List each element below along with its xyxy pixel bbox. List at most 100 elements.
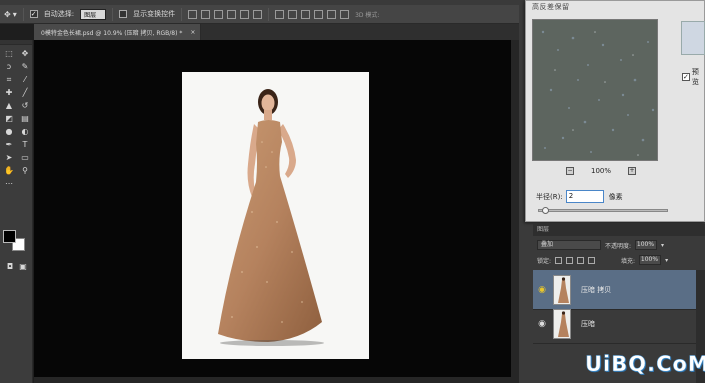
move-tool-icon[interactable]: ✥ (19, 49, 31, 59)
3d-mode-label: 3D 模式: (355, 11, 380, 19)
align-top-icon[interactable] (188, 9, 198, 19)
align-bottom-icon[interactable] (214, 9, 224, 19)
close-icon[interactable]: × (190, 29, 195, 36)
tab-bar-empty (201, 24, 519, 40)
preview-label: 预览 (691, 68, 699, 86)
screen-mode-icon[interactable]: ▣ (17, 262, 29, 272)
layer-thumbnail (553, 308, 571, 339)
zoom-in-button[interactable]: + (627, 167, 636, 175)
high-pass-dialog: 高反差保留 − 100% + 半径(R): 2 像素 ✓ 预览 (525, 0, 705, 222)
quick-mask-icon[interactable]: ◘ (4, 262, 16, 272)
chevron-down-icon[interactable]: ▾ (665, 257, 668, 264)
distribute-right-icon[interactable] (340, 9, 350, 19)
shape-tool-icon[interactable]: ▭ (19, 153, 31, 163)
radius-row: 半径(R): 2 像素 (536, 190, 623, 203)
vertical-scrollbar[interactable] (511, 40, 519, 383)
lock-transparent-icon[interactable] (555, 256, 563, 264)
distribute-top-icon[interactable] (275, 9, 285, 19)
layer-row[interactable]: ◉ 压暗 (533, 304, 696, 344)
tools-panel: ⬚ ✥ ↄ ✎ ⌗ ⁄ ✚ ╱ ▲ ↺ ◩ ▤ ● ◐ ✒ T ➤ ▭ ✋ ⚲ … (0, 40, 33, 383)
divider (22, 7, 24, 21)
fill-label: 填充: (621, 257, 636, 265)
align-left-icon[interactable] (227, 9, 237, 19)
align-middle-icon[interactable] (201, 9, 211, 19)
zoom-value: 100% (590, 167, 611, 175)
lock-all-icon[interactable] (588, 256, 596, 264)
document-tab[interactable]: 0模特金色长裙.psd @ 10.9% (压暗 拷贝, RGB/8) * × (34, 24, 201, 40)
distribute-center-icon[interactable] (327, 9, 337, 19)
lasso-tool-icon[interactable]: ↄ (3, 62, 15, 72)
chevron-down-icon[interactable]: ▾ (661, 242, 664, 249)
radius-slider-track[interactable] (538, 209, 668, 212)
horizontal-scrollbar[interactable] (34, 377, 511, 383)
marquee-tool-icon[interactable]: ⬚ (3, 49, 15, 59)
preview-checkbox[interactable]: ✓ (682, 73, 690, 81)
radius-input[interactable]: 2 (565, 190, 604, 203)
opacity-field[interactable]: 100% (635, 240, 658, 250)
opacity-label: 不透明度: (605, 242, 632, 250)
site-watermark: UiBQ.CoM (585, 352, 705, 377)
path-select-tool-icon[interactable]: ➤ (3, 153, 15, 163)
distribute-left-icon[interactable] (314, 9, 324, 19)
auto-select-dropdown[interactable]: 图层 (80, 8, 107, 20)
auto-select-checkbox[interactable]: ✓ (29, 10, 38, 18)
document-canvas[interactable] (182, 72, 369, 359)
more-tools-icon[interactable]: ⋯ (3, 179, 15, 189)
type-tool-icon[interactable]: T (19, 140, 31, 150)
align-right-icon[interactable] (253, 9, 263, 19)
eraser-tool-icon[interactable]: ◩ (3, 114, 15, 124)
chevron-down-icon: ▾ (12, 9, 17, 19)
eyedropper-tool-icon[interactable]: ⁄ (19, 75, 31, 85)
divider (112, 7, 114, 21)
preview-toggle[interactable]: ✓ 预览 (682, 67, 704, 87)
distribute-buttons (275, 9, 350, 19)
brush-tool-icon[interactable]: ╱ (19, 88, 31, 98)
radius-label: 半径(R): (536, 192, 563, 201)
layer-thumbnail (553, 274, 571, 305)
show-transform-checkbox[interactable] (119, 10, 128, 18)
divider (268, 7, 270, 21)
layers-panel-tab[interactable]: 图层 (533, 224, 705, 236)
hand-tool-icon[interactable]: ✋ (3, 166, 15, 176)
divider (181, 7, 183, 21)
blend-row: 叠加 不透明度: 100% ▾ (537, 239, 705, 251)
tool-grid: ⬚ ✥ ↄ ✎ ⌗ ⁄ ✚ ╱ ▲ ↺ ◩ ▤ ● ◐ ✒ T ➤ ▭ ✋ ⚲ … (0, 45, 32, 193)
lock-row: 锁定: 填充: 100% ▾ (537, 254, 705, 266)
eye-icon[interactable]: ◉ (533, 319, 551, 329)
distribute-middle-icon[interactable] (288, 9, 298, 19)
stamp-tool-icon[interactable]: ▲ (3, 101, 15, 111)
move-tool-icon: ✥ (4, 9, 11, 19)
align-center-icon[interactable] (240, 9, 250, 19)
pen-tool-icon[interactable]: ✒ (3, 140, 15, 150)
ok-button[interactable] (681, 21, 705, 55)
quick-select-tool-icon[interactable]: ✎ (19, 62, 31, 72)
crop-tool-icon[interactable]: ⌗ (3, 75, 15, 85)
move-tool-preset[interactable]: ✥ ▾ (4, 10, 17, 19)
dialog-title: 高反差保留 (532, 3, 570, 11)
zoom-tool-icon[interactable]: ⚲ (19, 166, 31, 176)
dodge-tool-icon[interactable]: ◐ (19, 127, 31, 137)
radius-slider-thumb[interactable] (542, 207, 549, 214)
filter-preview[interactable] (532, 19, 658, 161)
fill-field[interactable]: 100% (639, 255, 662, 265)
layer-name: 压暗 (581, 319, 595, 328)
model-photo (218, 89, 324, 346)
radius-unit: 像素 (608, 192, 623, 201)
preview-texture (533, 20, 657, 160)
document-tab-title: 0模特金色长裙.psd @ 10.9% (压暗 拷贝, RGB/8) * (41, 29, 183, 37)
eye-icon[interactable]: ◉ (533, 285, 551, 295)
history-brush-tool-icon[interactable]: ↺ (19, 101, 31, 111)
gradient-tool-icon[interactable]: ▤ (19, 114, 31, 124)
align-buttons (188, 9, 263, 19)
lock-label: 锁定: (537, 257, 552, 265)
distribute-bottom-icon[interactable] (301, 9, 311, 19)
auto-select-label: 自动选择: (43, 10, 75, 18)
lock-position-icon[interactable] (577, 256, 585, 264)
zoom-out-button[interactable]: − (566, 167, 574, 175)
foreground-color-swatch[interactable] (3, 230, 16, 243)
blend-mode-dropdown[interactable]: 叠加 (537, 240, 601, 250)
lock-pixels-icon[interactable] (566, 256, 574, 264)
blur-tool-icon[interactable]: ● (3, 127, 15, 137)
color-swatches (3, 230, 27, 252)
healing-tool-icon[interactable]: ✚ (3, 88, 15, 98)
